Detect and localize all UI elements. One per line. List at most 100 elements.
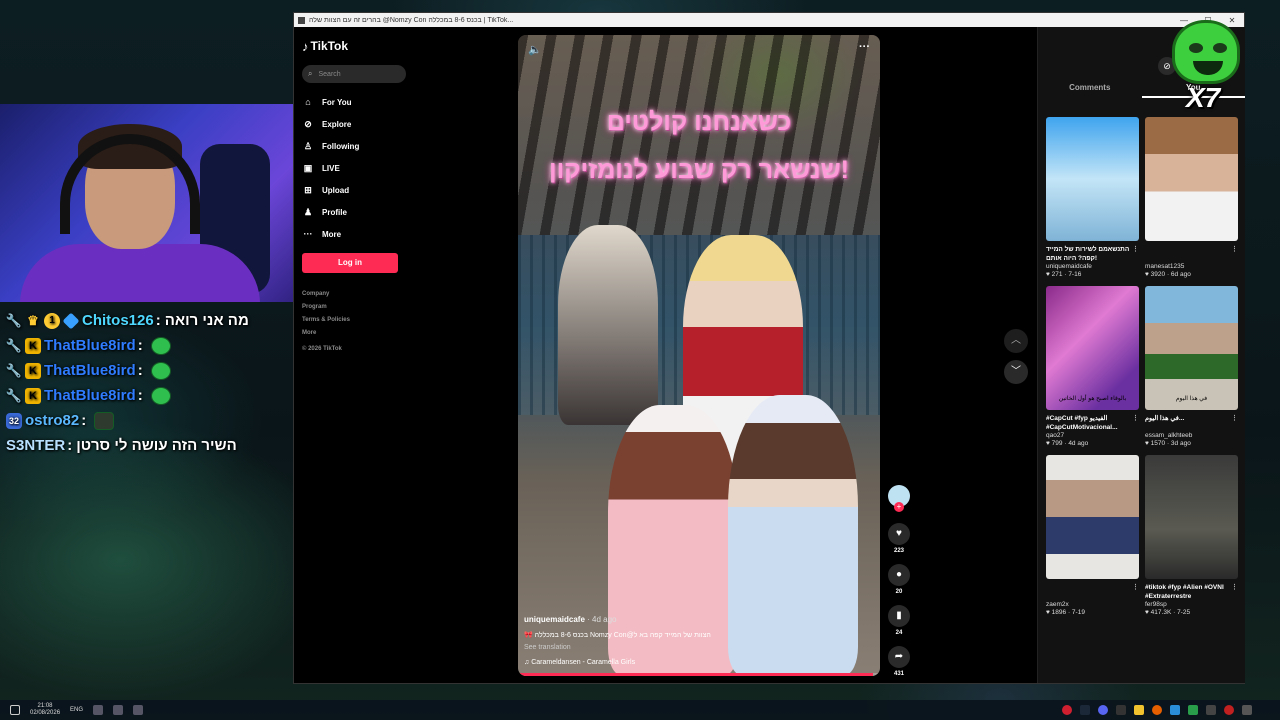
card-username[interactable]: qao27	[1046, 432, 1139, 439]
bookmark-icon[interactable]: ▮	[888, 605, 910, 627]
file-explorer-icon[interactable]	[1134, 705, 1144, 715]
nav-item-following[interactable]: ♙ Following	[302, 135, 406, 157]
video-thumbnail[interactable]: في هذا اليوم	[1145, 286, 1238, 410]
chat-colon: :	[137, 362, 143, 379]
notification-icon[interactable]	[10, 705, 20, 715]
previous-video-button[interactable]: ︿	[1004, 329, 1028, 353]
network-icon[interactable]	[93, 705, 104, 715]
footer-link-more[interactable]: More	[302, 330, 406, 343]
volume-tray-icon[interactable]	[113, 705, 124, 715]
card-more-icon[interactable]: ⋮	[1231, 414, 1238, 423]
taskbar-clock[interactable]: 21:08 02/08/2026	[30, 703, 60, 717]
profile-icon: ♟	[303, 206, 313, 217]
card-more-icon[interactable]: ⋮	[1132, 583, 1139, 592]
discord-app-icon[interactable]	[1098, 705, 1108, 715]
video-actions: + ♥ 223 ● 20 ▮ 24 ➦ 431	[886, 485, 912, 677]
follow-plus-icon[interactable]: +	[894, 502, 904, 512]
video-card[interactable]: بالوقاء اصبح هو أول الخاتين ⋮ #CapCut #fyp…	[1046, 286, 1139, 447]
wrench-badge-icon: 🔧	[5, 337, 23, 353]
video-card[interactable]: ⋮ #tiktok #fyp #Alien #OVNI #Extraterrest…	[1145, 455, 1238, 616]
video-thumbnail[interactable]	[1046, 117, 1139, 241]
card-username[interactable]: uniquemaidcafe	[1046, 263, 1139, 270]
stream-chat: 🔧 ♛ 1 Chitos126: מה אני רואה 🔧 K ThatBlue8ird: 🔧…	[6, 308, 306, 458]
app-icon[interactable]	[1170, 705, 1180, 715]
card-views: 1896	[1051, 609, 1067, 616]
video-card[interactable]: ⋮ התנשאמם לשירות של המייד קפה? היוה אותם!…	[1046, 117, 1139, 278]
app-icon[interactable]	[1116, 705, 1126, 715]
nav-item-for-you[interactable]: ⌂ For You	[302, 91, 406, 113]
language-indicator[interactable]: ENG	[70, 707, 83, 713]
steam-app-icon[interactable]	[1080, 705, 1090, 715]
video-card[interactable]: في هذا اليوم ⋮ في هذا اليوم... essam_alkhte…	[1145, 286, 1238, 447]
thumbnail-label: في هذا اليوم	[1175, 396, 1208, 402]
card-username[interactable]: fer98sp	[1145, 601, 1238, 608]
footer-link-company[interactable]: Company	[302, 291, 406, 304]
comment-icon[interactable]: ●	[888, 564, 910, 586]
card-username[interactable]: zaem2x	[1046, 601, 1139, 608]
volume-icon[interactable]: 🔈	[528, 43, 542, 56]
card-username[interactable]: essam_alkhteeb	[1145, 432, 1238, 439]
obs-app-icon[interactable]	[1224, 705, 1234, 715]
action-count: 431	[893, 671, 904, 677]
video-progress-bar[interactable]	[518, 673, 880, 676]
card-caption-text: #CapCut #fyp الفيديو #CapCutMotivacional…	[1046, 415, 1118, 431]
chat-text: השיר הזה עושה לי סרטן	[76, 437, 237, 454]
thumbnail-label: بالوقاء اصبح هو أول الخاتين	[1058, 396, 1127, 402]
firefox-app-icon[interactable]	[1152, 705, 1162, 715]
nav-item-label: Explore	[322, 119, 352, 129]
app-icon[interactable]	[1242, 705, 1252, 715]
card-more-icon[interactable]: ⋮	[1132, 414, 1139, 423]
nav-item-explore[interactable]: ⊘ Explore	[302, 113, 406, 135]
video-thumbnail[interactable]	[1145, 117, 1238, 241]
login-button[interactable]: Log in	[302, 253, 398, 273]
heart-icon[interactable]: ♥	[888, 523, 910, 545]
video-thumbnail[interactable]: بالوقاء اصبح هو أول الخاتين	[1046, 286, 1139, 410]
comments-panel: ⊘ Comments You ⋮ התנשאמם לשירות של המייד …	[1037, 27, 1245, 683]
chat-emote-icon	[150, 336, 171, 355]
tiktok-menu: ⌂ For You ⊘ Explore ♙ Following ▣ LIVE ⊞ Upload ♟ P…	[302, 91, 406, 245]
window-title: בהרים זה עם הצוות שלה @Nomzy Con בכנס 8-…	[309, 16, 514, 24]
card-more-icon[interactable]: ⋮	[1132, 245, 1139, 254]
music-link[interactable]: ♫ Carameldansen - Caramella Girls	[524, 659, 864, 666]
video-thumbnail[interactable]	[1145, 455, 1238, 579]
next-video-button[interactable]: ﹀	[1004, 360, 1028, 384]
nav-item-more[interactable]: ··· More	[302, 223, 406, 245]
youtube-app-icon[interactable]	[1062, 705, 1072, 715]
video-info: uniquemaidcafe · 4d ago הצוות של המייד ק…	[524, 615, 864, 666]
creator-avatar[interactable]: +	[888, 485, 910, 512]
video-player[interactable]: כשאנחנו קולטים !שנשאר רק שבוע לנומזיקון …	[518, 35, 880, 676]
tray-icon[interactable]	[133, 705, 144, 715]
k-badge-icon: K	[25, 337, 41, 354]
search-input[interactable]: ⌕ Search	[302, 65, 406, 83]
video-card[interactable]: ⋮ manesat1235 ♥ 3920 · 6d ago	[1145, 117, 1238, 278]
nav-item-live[interactable]: ▣ LIVE	[302, 157, 406, 179]
card-more-icon[interactable]: ⋮	[1231, 245, 1238, 254]
gem-badge-icon	[62, 312, 80, 329]
action-count: 223	[893, 548, 904, 554]
emote-mouth	[1193, 61, 1223, 75]
footer-link-terms[interactable]: Terms & Policies	[302, 317, 406, 330]
card-caption-text: התנשאמם לשירות של המייד קפה? היוה אותם!	[1046, 246, 1130, 262]
card-more-icon[interactable]: ⋮	[1231, 583, 1238, 592]
share-icon[interactable]: ➦	[888, 646, 910, 668]
app-icon[interactable]	[1206, 705, 1216, 715]
card-username[interactable]: manesat1235	[1145, 263, 1238, 270]
tiktok-logo[interactable]: ♪ TikTok	[302, 37, 406, 55]
tab-comments[interactable]: Comments	[1038, 83, 1142, 98]
nav-item-profile[interactable]: ♟ Profile	[302, 201, 406, 223]
app-icon[interactable]	[1188, 705, 1198, 715]
card-meta: ♥ 799 · 4d ago	[1046, 440, 1139, 447]
upload-icon: ⊞	[304, 184, 312, 195]
nav-item-upload[interactable]: ⊞ Upload	[302, 179, 406, 201]
comment-action: ● 20	[886, 564, 912, 595]
more-icon: ···	[303, 229, 313, 239]
video-card[interactable]: ⋮ zaem2x ♥ 1896 · 7-19	[1046, 455, 1139, 616]
video-author[interactable]: uniquemaidcafe · 4d ago	[524, 615, 864, 624]
more-options-icon[interactable]: ···	[859, 41, 870, 53]
footer-link-program[interactable]: Program	[302, 304, 406, 317]
chat-username: ThatBlue8ird	[44, 337, 136, 354]
clock-date: 02/08/2026	[30, 710, 61, 716]
emote-eye	[1213, 43, 1227, 53]
video-thumbnail[interactable]	[1046, 455, 1139, 579]
see-translation-link[interactable]: See translation	[524, 644, 864, 651]
